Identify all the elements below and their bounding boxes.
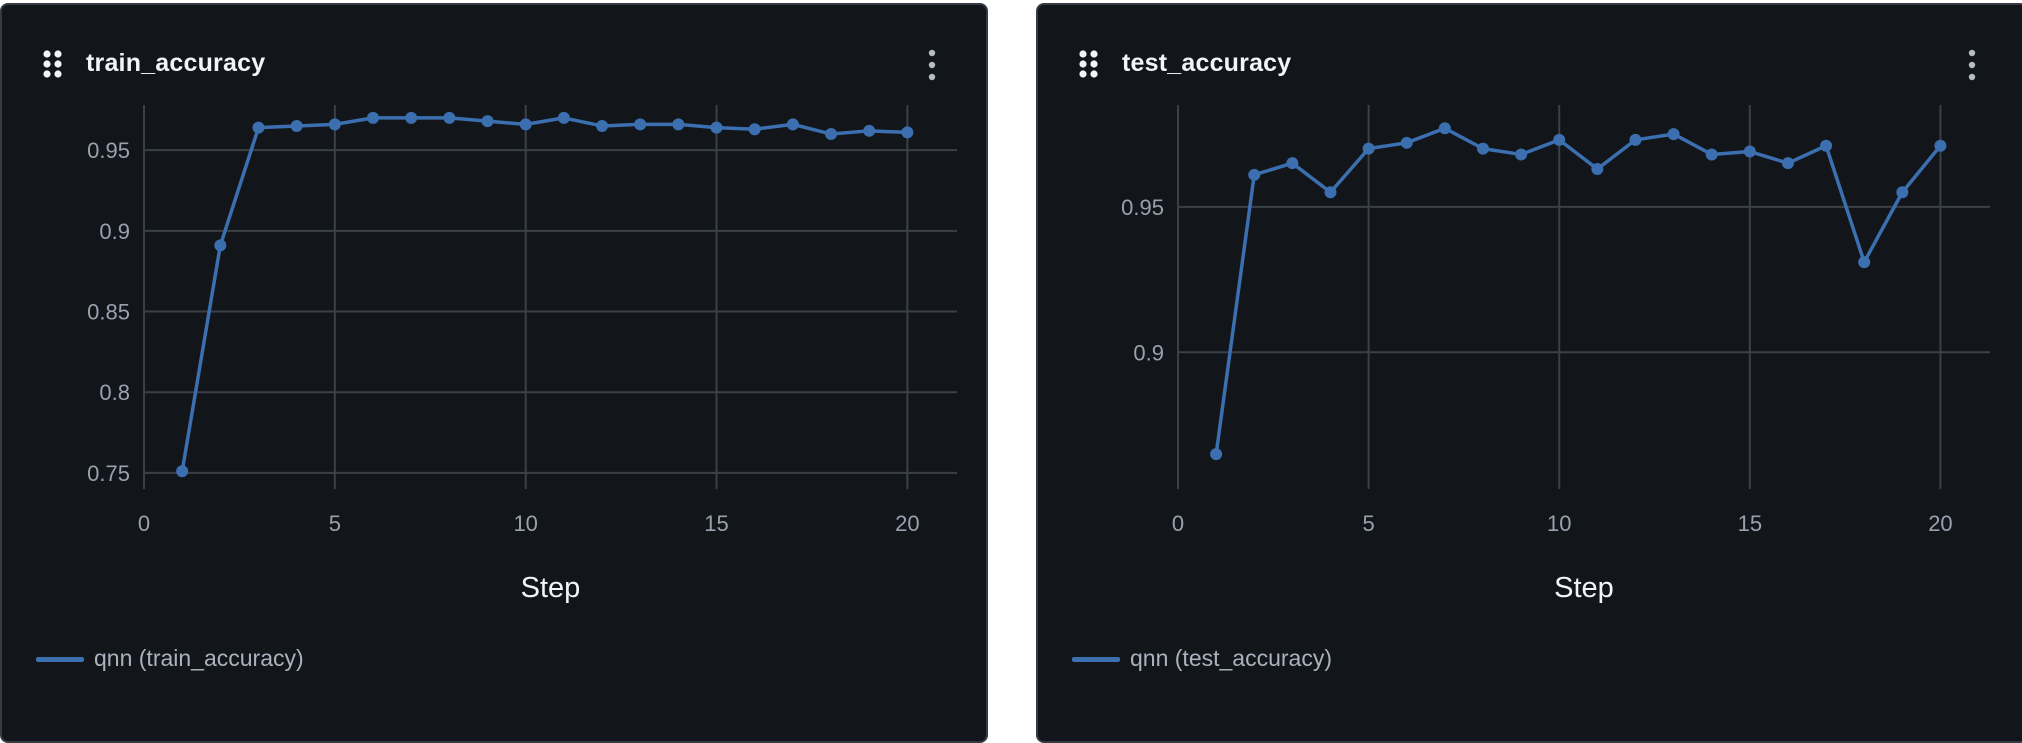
data-point [710,121,723,134]
data-point [1515,148,1528,161]
test-accuracy-chart: 0 5 10 15 20 0.9 0.95 Step [1121,105,1990,604]
data-point [634,118,647,131]
data-point [1743,145,1756,158]
drag-handle-icon[interactable] [1078,49,1100,79]
data-point [519,118,532,131]
data-point [863,124,876,137]
y-tick-label: 0.95 [87,138,130,163]
x-tick-label: 20 [895,511,919,536]
x-axis-title: Step [521,572,581,604]
y-tick-label: 0.95 [1121,195,1164,220]
data-point [1400,136,1413,149]
data-point [176,465,189,478]
card-header: test_accuracy [1078,45,1986,85]
data-point [1781,157,1794,170]
y-tick-label: 0.9 [99,219,130,244]
legend-swatch [1072,657,1120,662]
data-point [1896,186,1909,199]
legend-swatch [36,657,84,662]
data-point [1705,148,1718,161]
x-tick-label: 0 [1172,511,1184,536]
x-tick-label: 15 [704,511,728,536]
data-point [748,123,761,136]
legend-label: qnn (train_accuracy) [94,645,304,671]
data-point [825,128,838,141]
data-point [1286,157,1299,170]
data-point [1553,133,1566,146]
data-point [557,111,570,124]
data-point [1591,163,1604,175]
card-header: train_accuracy [42,45,946,85]
chart-title: test_accuracy [1122,49,1292,77]
x-tick-label: 20 [1928,511,1952,536]
data-point [1934,139,1947,152]
more-vertical-icon[interactable] [926,49,938,81]
x-tick-label: 0 [138,511,150,536]
data-point [290,119,303,132]
data-point [1248,168,1261,181]
data-point [328,118,341,131]
data-point [405,111,418,124]
x-tick-label: 5 [329,511,341,536]
data-point [1667,128,1680,141]
data-point [1629,133,1642,146]
train-accuracy-chart: 0 5 10 15 20 0.75 0.8 0.85 0.9 0.95 Step [87,105,957,604]
data-point [214,239,227,252]
y-tick-label: 0.8 [99,380,130,405]
x-tick-label: 10 [513,511,537,536]
data-point [1210,448,1223,461]
data-point [1324,186,1337,199]
data-point [1362,142,1375,155]
data-point [1820,139,1833,152]
data-point [596,119,609,132]
legend-label: qnn (test_accuracy) [1130,645,1332,671]
data-point [672,118,685,131]
data-point [443,111,456,124]
series-line [180,116,908,472]
chart-card-test-accuracy: 0 5 10 15 20 0.9 0.95 Step test_accuracy qnn (t… [1036,3,2022,743]
y-tick-label: 0.75 [87,461,130,486]
x-tick-label: 10 [1547,511,1571,536]
data-point [481,115,494,128]
chart-card-train-accuracy: 0 5 10 15 20 0.75 0.8 0.85 0.9 0.95 Step train_acc… [0,3,988,743]
data-point [367,111,380,124]
x-tick-label: 5 [1362,511,1374,536]
x-axis-title: Step [1554,572,1614,604]
y-tick-label: 0.85 [87,300,130,325]
data-point [786,118,799,131]
data-point [901,126,914,139]
data-point [252,121,265,134]
x-tick-label: 15 [1738,511,1762,536]
y-tick-label: 0.9 [1133,340,1164,365]
chart-title: train_accuracy [86,49,266,77]
drag-handle-icon[interactable] [42,49,64,79]
more-vertical-icon[interactable] [1966,49,1978,81]
data-point [1438,122,1451,135]
series-line [1214,126,1942,455]
data-point [1858,256,1871,269]
data-point [1476,142,1489,155]
